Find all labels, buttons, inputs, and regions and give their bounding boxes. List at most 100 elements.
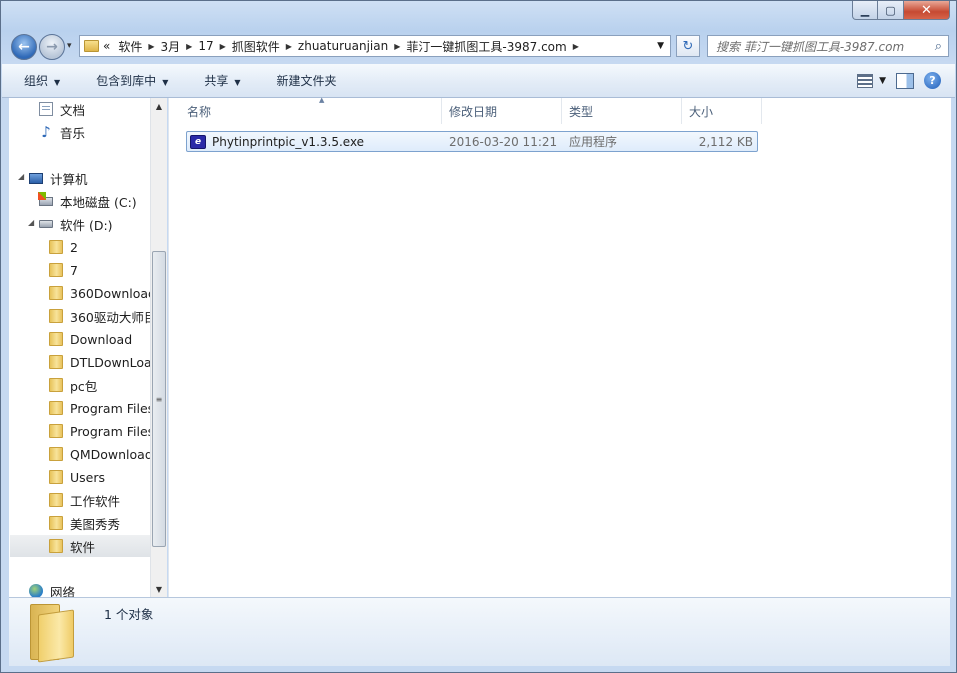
nav-item-label: Program Files: [70, 400, 150, 416]
organize-button[interactable]: 组织 ▼: [2, 72, 74, 89]
maximize-icon[interactable]: ▢: [878, 1, 904, 20]
nav-item-folder[interactable]: Download: [49, 328, 132, 350]
nav-item-folder[interactable]: 2: [49, 236, 78, 258]
column-header-label: 大小: [689, 104, 714, 119]
folder-icon: [49, 516, 63, 530]
column-header-name[interactable]: 名称 ▲: [180, 96, 442, 124]
nav-item-documents[interactable]: 文档: [39, 98, 85, 120]
nav-item-label: 计算机: [50, 171, 88, 187]
refresh-button[interactable]: ↻: [676, 35, 700, 57]
file-name: Phytinprintpic_v1.3.5.exe: [212, 134, 365, 149]
file-type: 应用程序: [569, 135, 618, 149]
chevron-right-icon[interactable]: ▶: [284, 42, 294, 51]
search-icon[interactable]: ⌕: [935, 39, 942, 54]
nav-item-label: 360驱动大师目: [70, 309, 150, 325]
nav-item-label: pc包: [70, 378, 98, 394]
new-folder-button[interactable]: 新建文件夹: [255, 72, 351, 89]
help-icon[interactable]: ?: [924, 72, 941, 89]
file-list: 名称 ▲ 修改日期 类型 大小 e Phytinprintpic_v1.3.5.e…: [168, 96, 951, 597]
column-header-type[interactable]: 类型: [562, 98, 682, 124]
file-size: 2,112 KB: [698, 134, 753, 149]
chevron-right-icon[interactable]: ▶: [218, 42, 228, 51]
nav-item-folder[interactable]: DTLDownLoad: [49, 351, 150, 373]
nav-item-folder[interactable]: Program Files: [49, 397, 150, 419]
view-dropdown-icon[interactable]: ▼: [879, 76, 886, 86]
navigation-pane: 文档 ♪ 音乐 ◢ 计算机 本地磁盘 (C:) ◢ 软件 (D:) 2 7 360…: [9, 98, 150, 597]
breadcrumb-item[interactable]: 菲汀一键抓图工具-3987.com: [402, 38, 570, 55]
drive-c-icon: [38, 191, 53, 206]
drive-icon: [39, 220, 53, 228]
change-view-icon[interactable]: [857, 73, 874, 88]
nav-item-network[interactable]: 网络: [29, 580, 75, 597]
nav-item-label: Program Files: [70, 423, 150, 439]
chevron-right-icon[interactable]: ▶: [184, 42, 194, 51]
folder-icon: [49, 332, 63, 346]
scrollbar-thumb[interactable]: ≡: [152, 251, 166, 547]
scroll-up-icon[interactable]: ▲: [151, 98, 167, 114]
nav-item-label: Users: [70, 469, 106, 485]
column-header-modified[interactable]: 修改日期: [442, 98, 562, 124]
column-header-size[interactable]: 大小: [682, 98, 762, 124]
nav-item-label: DTLDownLoad: [70, 354, 150, 370]
breadcrumb-item[interactable]: 3月: [157, 38, 185, 55]
recent-pages-dropdown-icon[interactable]: ▾: [67, 41, 72, 51]
nav-item-label: QMDownload: [70, 446, 150, 462]
nav-item-label: 文档: [60, 102, 86, 118]
computer-icon: [29, 172, 43, 184]
breadcrumb-overflow[interactable]: «: [99, 39, 114, 53]
chevron-right-icon[interactable]: ▶: [146, 42, 156, 51]
nav-item-folder[interactable]: QMDownload: [49, 443, 150, 465]
scroll-down-icon[interactable]: ▼: [151, 581, 167, 597]
nav-item-drive-d[interactable]: 软件 (D:): [39, 213, 113, 235]
chevron-down-icon: ▼: [54, 78, 61, 87]
nav-item-folder[interactable]: 工作软件: [49, 489, 120, 511]
nav-item-computer[interactable]: 计算机: [29, 167, 88, 189]
share-button[interactable]: 共享 ▼: [182, 72, 254, 89]
folder-icon: [49, 424, 63, 438]
minimize-icon[interactable]: ▁: [852, 1, 878, 20]
nav-item-music[interactable]: ♪ 音乐: [39, 121, 85, 143]
collapse-arrow-icon[interactable]: ◢: [18, 172, 24, 181]
address-bar[interactable]: « 软件 ▶ 3月 ▶ 17 ▶ 抓图软件 ▶ zhuaturuanjian ▶…: [79, 35, 671, 57]
close-icon[interactable]: ✕: [904, 1, 950, 20]
nav-item-label: 软件 (D:): [60, 217, 113, 233]
nav-item-drive-c[interactable]: 本地磁盘 (C:): [38, 190, 137, 212]
folder-icon: [49, 493, 63, 507]
forward-button[interactable]: →: [39, 34, 65, 60]
nav-item-folder[interactable]: pc包: [49, 374, 97, 396]
include-in-library-button[interactable]: 包含到库中 ▼: [74, 72, 182, 89]
collapse-arrow-icon[interactable]: ◢: [28, 218, 34, 227]
search-placeholder: 搜索 菲汀一键抓图工具-3987.com: [716, 39, 905, 54]
file-row[interactable]: e Phytinprintpic_v1.3.5.exe 2016-03-20 1…: [186, 131, 758, 152]
back-button[interactable]: ←: [11, 34, 37, 60]
nav-item-folder[interactable]: Program Files: [49, 420, 150, 442]
nav-item-label: 2: [70, 239, 78, 255]
nav-item-folder[interactable]: 360Download: [49, 282, 150, 304]
nav-scrollbar[interactable]: ▲ ≡ ▼: [150, 98, 167, 597]
nav-item-folder[interactable]: 360驱动大师目: [49, 305, 150, 327]
chevron-right-icon[interactable]: ▶: [571, 42, 581, 51]
breadcrumb-item[interactable]: 17: [194, 39, 217, 53]
nav-item-label: 360Download: [70, 285, 150, 301]
breadcrumb-item[interactable]: 抓图软件: [228, 38, 284, 55]
chevron-right-icon[interactable]: ▶: [392, 42, 402, 51]
breadcrumb-item[interactable]: 软件: [114, 38, 146, 55]
nav-item-folder[interactable]: 7: [49, 259, 78, 281]
nav-item-folder[interactable]: 美图秀秀: [49, 512, 120, 534]
file-name-cell: e Phytinprintpic_v1.3.5.exe: [190, 132, 364, 151]
nav-item-label: 软件: [70, 539, 96, 555]
folder-icon: [49, 240, 63, 254]
chevron-down-icon: ▼: [162, 78, 169, 87]
folder-icon: [49, 309, 63, 323]
sort-ascending-icon: ▲: [319, 96, 325, 104]
address-dropdown-icon[interactable]: ▼: [657, 41, 664, 51]
preview-pane-icon[interactable]: [896, 72, 914, 89]
share-label: 共享: [204, 74, 229, 88]
search-input[interactable]: 搜索 菲汀一键抓图工具-3987.com ⌕: [707, 35, 949, 57]
folder-icon: [49, 470, 63, 484]
nav-item-folder[interactable]: Users: [49, 466, 105, 488]
breadcrumb-item[interactable]: zhuaturuanjian: [294, 39, 392, 53]
nav-item-folder-selected[interactable]: 软件: [10, 535, 150, 557]
nav-item-label: 7: [70, 262, 78, 278]
chevron-down-icon: ▼: [234, 78, 241, 87]
